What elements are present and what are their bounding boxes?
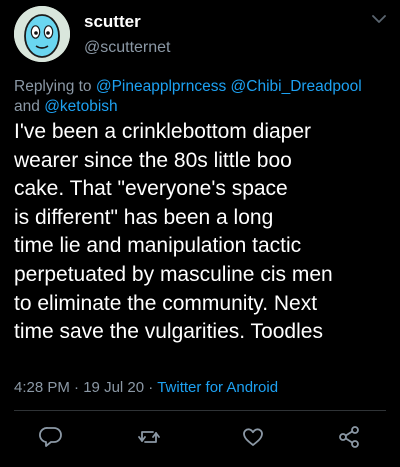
retweet-icon (138, 431, 160, 443)
tweet-meta: 4:28 PM · 19 Jul 20 · Twitter for Androi… (14, 378, 278, 398)
mention-link[interactable]: @ketobish (44, 98, 117, 115)
tweet-text: I've been a crinklebottom diaper wearer … (14, 118, 398, 347)
replying-to-and: and (14, 98, 40, 115)
tweet-text-line: perpetuated by masculine cis men (14, 262, 333, 286)
tweet-source-link[interactable]: Twitter for Android (157, 379, 278, 396)
replying-to-line: Replying to @Pineapplprncess @Chibi_Drea… (14, 77, 394, 117)
tweet-text-line: time save the vulgarities. Toodles (14, 320, 323, 344)
tweet-text-line: I've been a crinklebottom diaper (14, 120, 312, 143)
tweet-date[interactable]: 19 Jul 20 (83, 379, 144, 396)
replying-to-label: Replying to (14, 78, 92, 95)
avatar-face-icon (14, 6, 70, 62)
divider (14, 410, 386, 411)
tweet-time[interactable]: 4:28 PM (14, 379, 70, 396)
tweet-text-line: cake. That "everyone's space (14, 177, 288, 201)
retweet-button[interactable] (136, 424, 162, 450)
tweet-text-line: time lie and manipulation tactic (14, 234, 302, 258)
display-name[interactable]: scutter (84, 12, 141, 32)
heart-icon (243, 428, 263, 446)
reply-button[interactable] (38, 424, 64, 450)
chevron-down-icon[interactable] (370, 12, 388, 26)
share-icon (339, 426, 359, 448)
meta-separator: · (74, 379, 80, 396)
share-button[interactable] (336, 424, 362, 450)
user-handle[interactable]: @scutternet (84, 38, 171, 58)
mention-link[interactable]: @Pineapplprncess (96, 78, 226, 95)
meta-separator: · (148, 379, 154, 396)
tweet-text-line: wearer since the 80s little boo (14, 148, 292, 172)
avatar[interactable] (14, 6, 70, 62)
like-button[interactable] (240, 424, 266, 450)
reply-icon (39, 427, 62, 447)
tweet-text-line: is different" has been a long (14, 205, 274, 229)
mention-link[interactable]: @Chibi_Dreadpool (231, 78, 362, 95)
tweet-text-line: to eliminate the community. Next (14, 291, 318, 315)
